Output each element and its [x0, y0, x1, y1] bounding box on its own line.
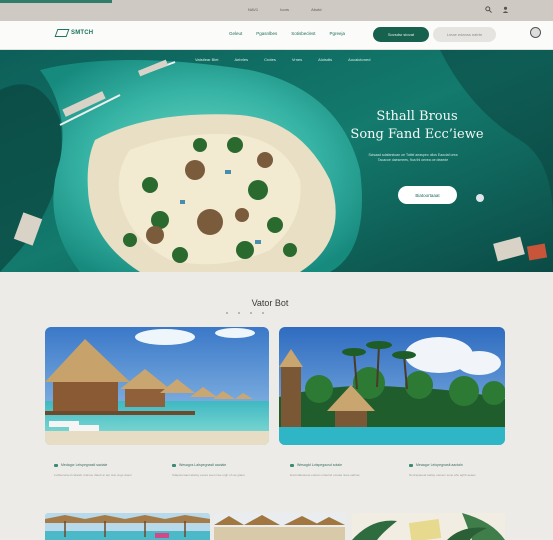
carousel-dots	[226, 312, 264, 314]
card-description: Nonrapaeeat aeltay oasnen sene ahe aghb …	[409, 473, 476, 477]
secondary-nav-button[interactable]: Lmae edanss eatrte	[433, 27, 496, 42]
hero-subnav-item[interactable]: Vatstlear Blet	[195, 57, 219, 62]
next-row-image[interactable]	[214, 513, 345, 540]
hero-title: Sthall Brous Song Fand Ecc’iewe	[342, 108, 492, 144]
nav-item[interactable]: Geleut	[229, 31, 242, 36]
hero-section: Vatstlear Blet Aebrles Crotes Vrnes Aloi…	[0, 50, 553, 272]
primary-nav-button[interactable]: Sovsdsr stovat	[373, 27, 429, 42]
section-title: Vator Bot	[251, 298, 289, 308]
hero-title-line: Song Fand Ecc’iewe	[350, 127, 484, 142]
tag-icon	[54, 463, 58, 467]
next-row-image[interactable]	[352, 513, 505, 540]
card-description: Euotnddeaneet etanan ortaetnd ocetaa nte…	[290, 473, 360, 477]
card-caption-text[interactable]: Medagcr Lelspegnastl sactale	[61, 463, 107, 467]
avatar[interactable]	[530, 27, 541, 38]
hero-subnav-item[interactable]: Crotes	[264, 57, 276, 62]
tropical-leaves-image	[352, 513, 505, 540]
hero-cta-button[interactable]: Biatoortaaat	[398, 186, 457, 204]
card-caption: Medagcr Lelspegnastl sactale	[54, 463, 107, 467]
top-link[interactable]: NAV1	[248, 7, 258, 12]
carousel-dot[interactable]	[262, 312, 264, 314]
overwater-bungalow-image	[45, 327, 269, 445]
logo-text: SMTCH	[71, 30, 94, 36]
hero-subnav-item[interactable]: Aloisdts	[318, 57, 332, 62]
card-description: Ludbenarsed catateb ortanoe dtaeb ar arp…	[54, 473, 132, 477]
search-icon[interactable]	[485, 6, 492, 16]
tropical-beach-hut-image	[279, 327, 505, 445]
brand-logo[interactable]: SMTCH	[54, 29, 94, 37]
top-link[interactable]: Ioors	[280, 7, 289, 12]
card-caption: Meaagcr Lelopegnaslt aactaln	[409, 463, 463, 467]
card-caption-text[interactable]: Wesagcs Lalspegnastl aactale	[179, 463, 226, 467]
logo-mark-icon	[54, 29, 70, 37]
top-utility-bar: NAV1 Ioors Abotd	[0, 0, 553, 21]
hero-subtitle-line: Tacacoe daesmees, fioa thl oevea oe deae…	[377, 158, 449, 162]
top-link[interactable]: Abotd	[311, 7, 321, 12]
tag-icon	[172, 463, 176, 467]
user-icon[interactable]	[502, 6, 509, 16]
resort-card-image[interactable]	[279, 327, 505, 445]
card-caption: Wesagtd Lotspegaosd sotale	[290, 463, 342, 467]
carousel-dot[interactable]	[238, 312, 240, 314]
next-row-image[interactable]	[45, 513, 210, 540]
top-links: NAV1 Ioors Abotd	[248, 7, 322, 12]
nav-item[interactable]: Pgasnlbes	[256, 31, 277, 36]
top-accent-line	[0, 0, 112, 3]
hero-title-line: Sthall Brous	[376, 109, 458, 124]
thatched-huts-image	[214, 513, 345, 540]
nav-menu: Geleut Pgasnlbes Sotisbeclest Pgreeja	[229, 31, 345, 36]
card-caption-text[interactable]: Meaagcr Lelopegnaslt aactaln	[416, 463, 463, 467]
carousel-dot[interactable]	[226, 312, 228, 314]
nav-item[interactable]: Pgreeja	[330, 31, 346, 36]
hero-subtitle: Scisaad sdafarstoan oe Tottel aeaspeo ol…	[338, 153, 488, 163]
main-navbar: SMTCH Geleut Pgasnlbes Sotisbeclest Pgre…	[0, 21, 553, 50]
tag-icon	[290, 463, 294, 467]
hero-subnav-item[interactable]: Aocalotoned	[348, 57, 370, 62]
card-caption-text[interactable]: Wesagtd Lotspegaosd sotale	[297, 463, 342, 467]
resort-card-image[interactable]	[45, 327, 269, 445]
hero-subnav-item[interactable]: Aebrles	[235, 57, 249, 62]
carousel-dot[interactable]	[250, 312, 252, 314]
nav-item[interactable]: Sotisbeclest	[291, 31, 315, 36]
card-description: Sdapancoaet akelay eeses seet nrae orgh …	[172, 473, 245, 477]
card-caption: Wesagcs Lalspegnastl aactale	[172, 463, 226, 467]
beach-umbrellas-image	[45, 513, 210, 540]
hero-subnav: Vatstlear Blet Aebrles Crotes Vrnes Aloi…	[195, 57, 370, 62]
tag-icon	[409, 463, 413, 467]
top-utilities	[485, 6, 509, 16]
page: NAV1 Ioors Abotd SMTCH Geleut Pgasnlbes …	[0, 0, 553, 540]
hero-subnav-item[interactable]: Vrnes	[292, 57, 302, 62]
